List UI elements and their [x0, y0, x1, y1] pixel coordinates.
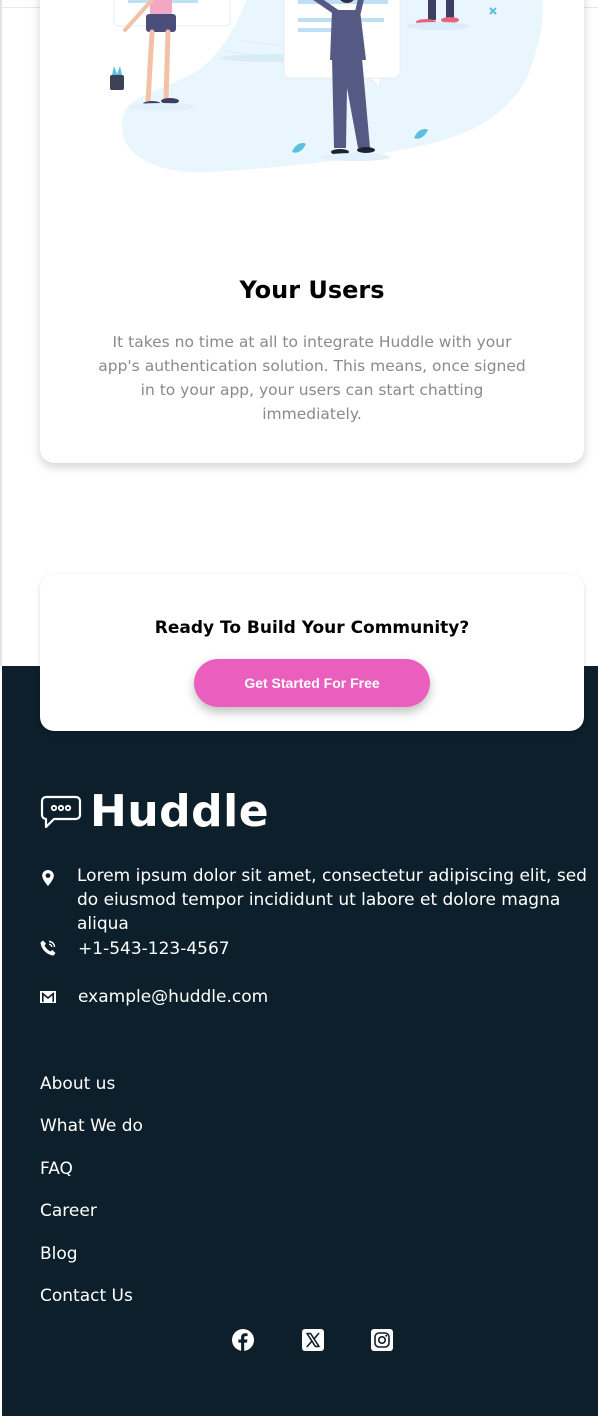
feature-card: Your Users It takes no time at all to in…	[40, 0, 584, 463]
logo-text: Huddle	[90, 786, 270, 837]
cta-title: Ready To Build Your Community?	[154, 618, 470, 638]
x-icon[interactable]	[302, 1329, 324, 1351]
location-pin-icon	[42, 870, 54, 886]
users-illustration	[110, 0, 543, 173]
address-text: Lorem ipsum dolor sit amet, consectetur …	[77, 866, 587, 934]
email-address[interactable]: example@huddle.com	[78, 985, 268, 1009]
page-edge	[0, 0, 2, 666]
mail-icon	[40, 991, 56, 1003]
feature-description: It takes no time at all to integrate Hud…	[98, 333, 526, 423]
instagram-icon[interactable]	[371, 1329, 393, 1351]
footer-link-contact[interactable]: Contact Us	[40, 1286, 133, 1306]
get-started-button[interactable]: Get Started For Free	[194, 659, 430, 707]
phone-number[interactable]: +1-543-123-4567	[78, 937, 230, 961]
footer-link-faq[interactable]: FAQ	[40, 1159, 73, 1179]
footer-link-blog[interactable]: Blog	[40, 1244, 78, 1264]
cta-card: Ready To Build Your Community? Get Start…	[40, 574, 584, 731]
footer-link-career[interactable]: Career	[40, 1201, 97, 1221]
footer-link-what-we-do[interactable]: What We do	[40, 1116, 143, 1136]
chat-bubble-icon	[40, 795, 82, 829]
feature-title: Your Users	[239, 276, 385, 304]
facebook-icon[interactable]	[232, 1329, 254, 1351]
footer-link-about[interactable]: About us	[40, 1074, 115, 1094]
phone-icon	[40, 940, 56, 956]
